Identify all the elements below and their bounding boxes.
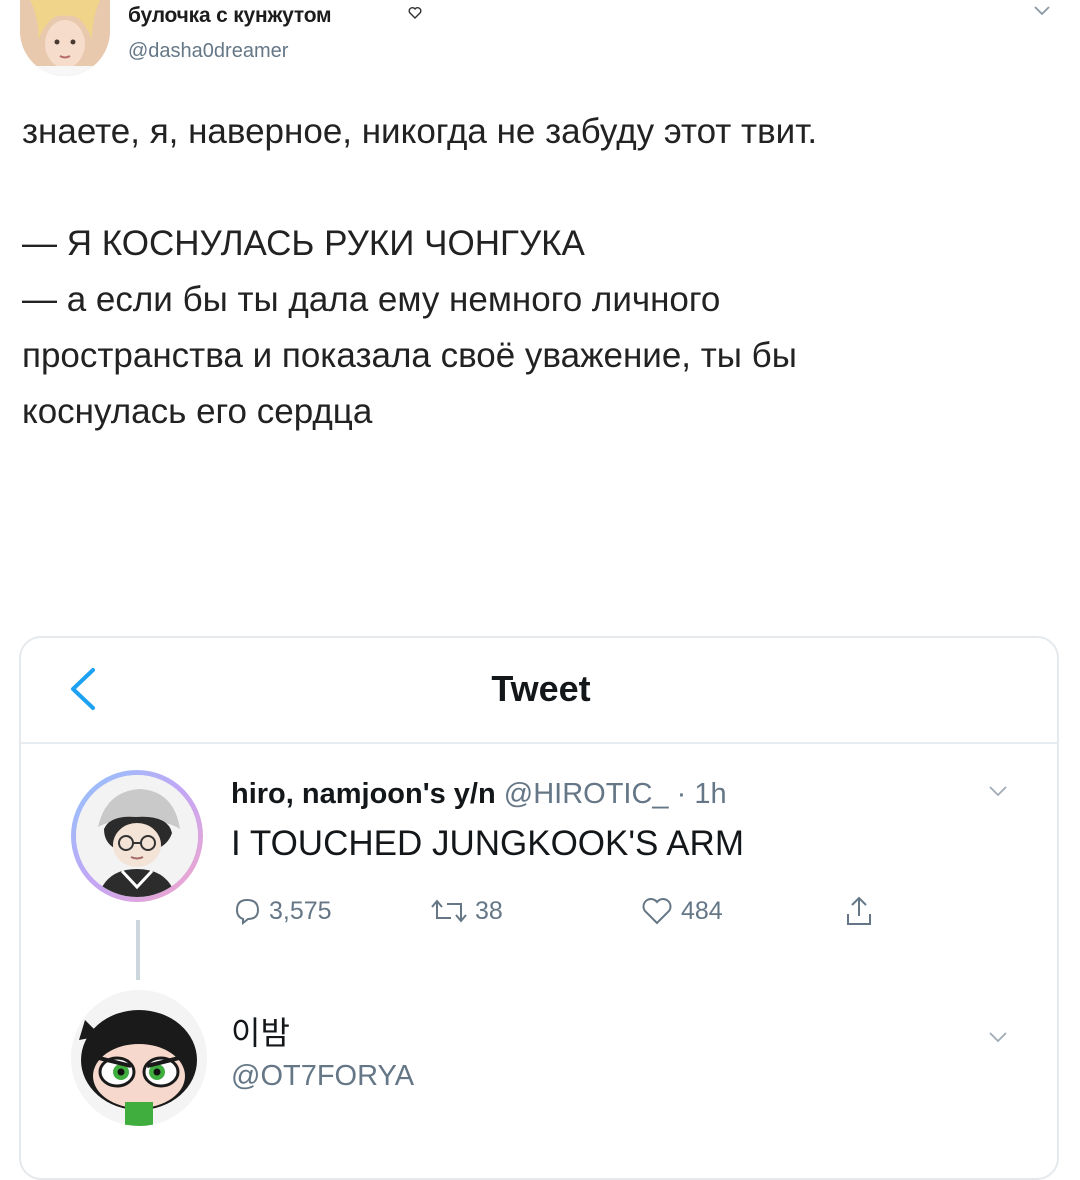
share-icon [847,896,871,925]
like-count: 484 [681,896,723,925]
chevron-down-icon[interactable] [987,784,1009,798]
heart-outline-icon [408,6,422,19]
author-handle[interactable]: @dasha0dreamer [128,40,288,63]
author-avatar[interactable] [20,0,110,76]
heart-icon [642,898,672,925]
avatar[interactable] [76,775,198,897]
page-title: Tweet [491,668,591,709]
user-handle[interactable]: @OT7FORYA [231,1060,414,1093]
chevron-down-icon[interactable] [1032,4,1052,18]
card-header: Tweet [21,638,1057,744]
timestamp[interactable]: · 1h [677,778,727,810]
reply-button[interactable]: 3,575 [231,894,332,928]
like-button[interactable]: 484 [639,894,723,928]
share-button[interactable] [843,894,881,928]
avatar[interactable] [71,990,207,1126]
reply-icon [235,898,260,926]
retweet-icon [431,899,467,923]
tweet-header: hiro, namjoon's y/n @HIROTIC_ · 1h [231,778,727,811]
tweet-text: знаете, я, наверное, никогда не забуду э… [22,112,818,431]
thread-line [136,920,140,980]
retweet-button[interactable]: 38 [429,894,503,928]
display-name[interactable]: 이밤 [231,1008,290,1054]
author-name[interactable]: булочка с кунжутом [128,4,332,28]
embedded-tweet-screenshot: Tweet hiro, namjoon's y/n @HIROTIC_ · 1h… [19,636,1059,1180]
retweet-count: 38 [475,896,503,925]
reply-count: 3,575 [269,896,332,925]
display-name[interactable]: hiro, namjoon's y/n [231,778,496,810]
chevron-down-icon[interactable] [987,1030,1009,1044]
user-handle[interactable]: @HIROTIC_ [504,778,669,810]
tweet-text: I TOUCHED JUNGKOOK'S ARM [231,824,744,863]
